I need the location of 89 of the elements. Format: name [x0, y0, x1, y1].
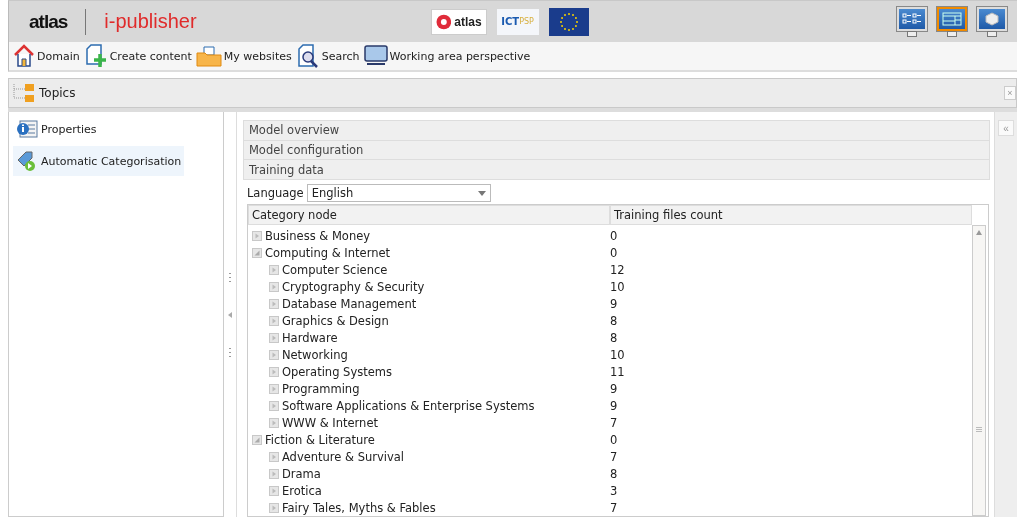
- monitor-icon: [363, 45, 388, 67]
- category-name: Business & Money: [264, 228, 371, 243]
- category-name: Drama: [281, 466, 321, 481]
- category-name: Adventure & Survival: [281, 449, 405, 464]
- sidebar-item[interactable]: Automatic Categorisation: [13, 146, 185, 176]
- count-value: 0: [609, 245, 618, 260]
- dropdown-arrow-icon: [477, 190, 486, 196]
- leaf-node-icon[interactable]: [268, 451, 279, 462]
- toolbar-button[interactable]: Domain: [13, 44, 80, 68]
- leaf-node-icon[interactable]: [268, 485, 279, 496]
- category-name: Fiction & Literature: [264, 432, 375, 447]
- layout-icon: [942, 11, 962, 26]
- count-value: 3: [609, 483, 618, 498]
- sun-icon: [435, 13, 452, 30]
- toolbar-button[interactable]: Search: [295, 44, 360, 68]
- cube-icon: [982, 11, 1002, 26]
- count-value: 12: [609, 262, 625, 277]
- logo-text: ICT: [501, 16, 520, 27]
- perspective-button[interactable]: [897, 6, 927, 37]
- section-header[interactable]: Model overview: [242, 120, 990, 140]
- expanded-node-icon[interactable]: [251, 247, 262, 258]
- toolbar-button[interactable]: My websites: [195, 45, 292, 67]
- leaf-node-icon[interactable]: [268, 400, 279, 411]
- product-name: i-publisher: [104, 10, 197, 33]
- scrollbar[interactable]: [971, 225, 986, 516]
- up-arrow-icon[interactable]: [975, 230, 982, 235]
- left-arrow-icon[interactable]: [228, 311, 232, 318]
- language-select[interactable]: English: [306, 184, 491, 202]
- section-header[interactable]: Training data: [242, 159, 990, 179]
- count-value: 7: [609, 415, 618, 430]
- count-value: 11: [609, 364, 625, 379]
- category-name: Erotica: [281, 483, 322, 498]
- category-name: Graphics & Design: [281, 313, 389, 328]
- leaf-node-icon[interactable]: [268, 298, 279, 309]
- leaf-node-icon[interactable]: [268, 315, 279, 326]
- category-name: Cryptography & Security: [281, 279, 425, 294]
- leaf-node-icon[interactable]: [268, 349, 279, 360]
- grip-icon[interactable]: [975, 427, 982, 432]
- count-value: 8: [609, 313, 618, 328]
- leaf-node-icon[interactable]: [268, 417, 279, 428]
- category-name: Networking: [281, 347, 348, 362]
- count-value: 0: [609, 432, 618, 447]
- leaf-node-icon[interactable]: [268, 281, 279, 292]
- toolbar-button[interactable]: Working area perspective: [363, 45, 531, 67]
- brand-logo: atlas: [29, 10, 68, 33]
- leaf-node-icon[interactable]: [268, 383, 279, 394]
- leaf-node-icon[interactable]: [268, 264, 279, 275]
- category-name: Database Management: [281, 296, 417, 311]
- count-value: 8: [609, 466, 618, 481]
- folder-icon: [195, 45, 222, 67]
- perspective-button[interactable]: [937, 6, 967, 37]
- info-icon: [16, 120, 38, 138]
- leaf-node-icon[interactable]: [268, 332, 279, 343]
- topics-tab[interactable]: Topics: [39, 86, 76, 100]
- leaf-node-icon[interactable]: [268, 366, 279, 377]
- tree-folder-icon: [13, 83, 35, 103]
- count-value: 8: [609, 330, 618, 345]
- category-name: Hardware: [281, 330, 338, 345]
- count-value: 0: [609, 228, 618, 243]
- category-name: WWW & Internet: [281, 415, 378, 430]
- language-label: Language: [246, 186, 304, 200]
- column-header[interactable]: Training files count: [609, 205, 972, 225]
- flag-icon: [548, 7, 589, 36]
- collapsed-node-icon[interactable]: [251, 230, 262, 241]
- category-name: Operating Systems: [281, 364, 392, 379]
- category-name: Programming: [281, 381, 360, 396]
- column-header[interactable]: Category node: [247, 205, 610, 225]
- leaf-node-icon[interactable]: [268, 468, 279, 479]
- count-value: 7: [609, 500, 618, 515]
- section-header[interactable]: Model configuration: [242, 139, 990, 160]
- logo-text: PSP: [519, 17, 534, 26]
- leaf-node-icon[interactable]: [268, 502, 279, 513]
- count-value: 10: [609, 347, 625, 362]
- sidebar-item[interactable]: Properties: [13, 116, 169, 142]
- tag-icon: [16, 150, 38, 172]
- category-name: Fairy Tales, Myths & Fables: [281, 500, 436, 515]
- perspective-button[interactable]: [977, 6, 1007, 37]
- count-value: 10: [609, 279, 625, 294]
- count-value: 9: [609, 381, 618, 396]
- category-name: Computing & Internet: [264, 245, 391, 260]
- count-value: 7: [609, 449, 618, 464]
- expanded-node-icon[interactable]: [251, 434, 262, 445]
- count-value: 9: [609, 296, 618, 311]
- category-name: Computer Science: [281, 262, 388, 277]
- grid-icon: [902, 11, 922, 26]
- count-value: 9: [609, 398, 618, 413]
- toolbar-button[interactable]: Create content: [83, 44, 192, 68]
- logo-text: atlas: [454, 14, 482, 29]
- category-name: Software Applications & Enterprise Systems: [281, 398, 535, 413]
